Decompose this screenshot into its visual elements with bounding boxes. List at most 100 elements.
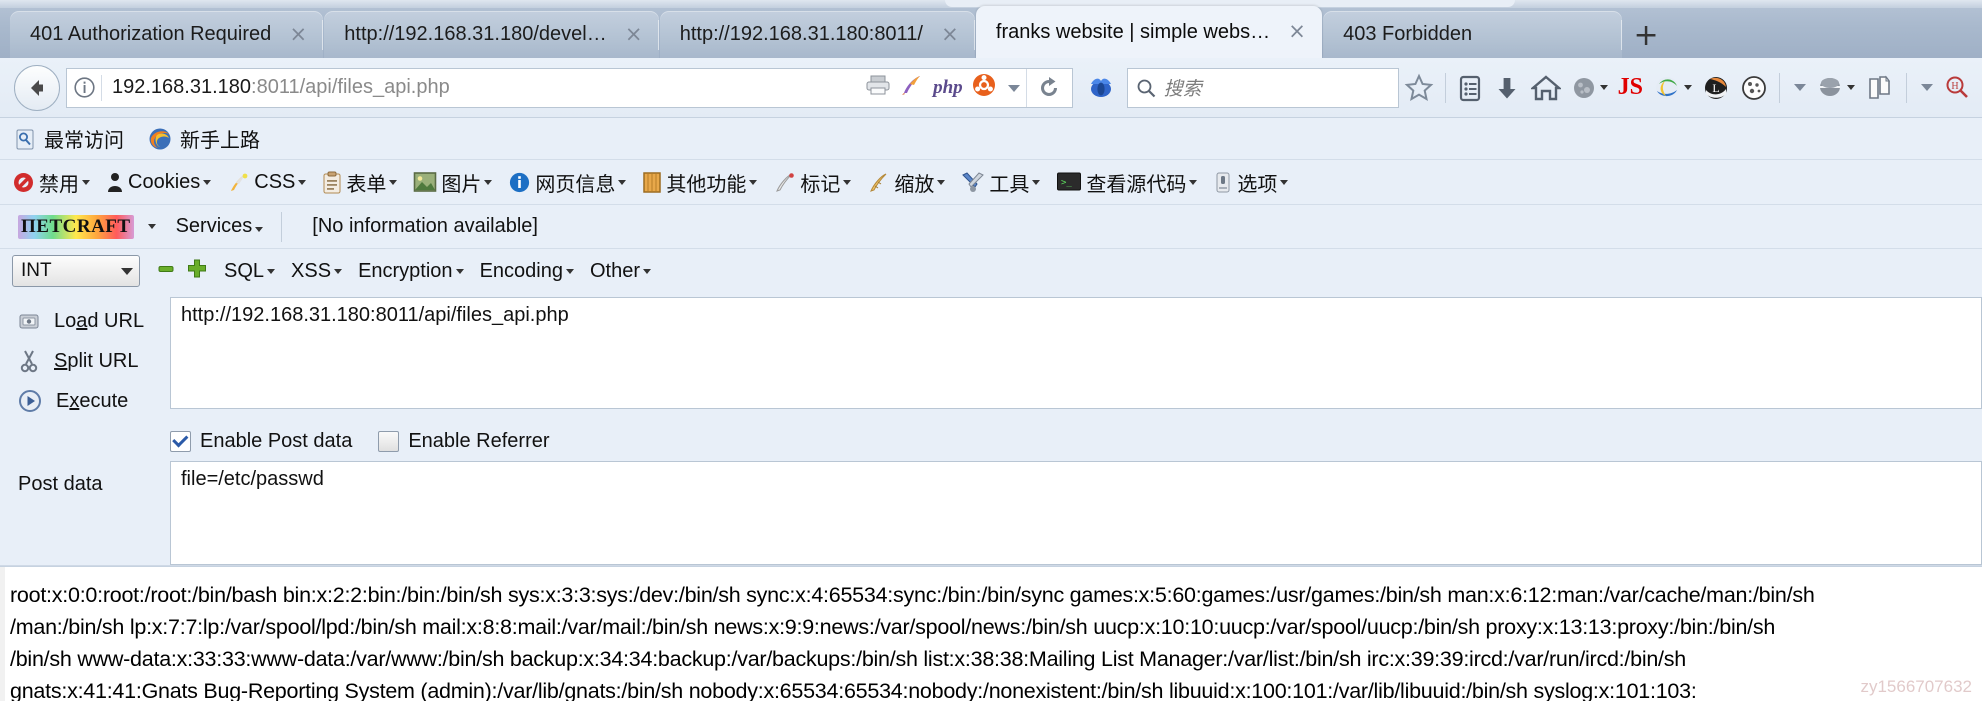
- feather-pen-icon[interactable]: [900, 73, 924, 102]
- chevron-down-icon[interactable]: [843, 179, 852, 185]
- devbar-item-information[interactable]: 网页信息: [508, 168, 627, 197]
- back-button[interactable]: [14, 64, 60, 111]
- close-icon[interactable]: ×: [1286, 21, 1308, 43]
- enable-post-data-label: Enable Post data: [200, 429, 353, 452]
- chevron-down-icon[interactable]: [1189, 179, 1198, 185]
- address-bar[interactable]: 192.168.31.180:8011/api/files_api.php ph…: [66, 67, 1073, 108]
- bookmark-star-button[interactable]: [1399, 67, 1439, 109]
- chevron-down-icon[interactable]: [618, 179, 627, 185]
- hackbar-menu-xss[interactable]: XSS: [291, 260, 343, 283]
- bookmark-getting-started[interactable]: 新手上路: [148, 124, 260, 153]
- browser-tab-2[interactable]: http://192.168.31.180/devel… ×: [324, 11, 660, 58]
- close-icon[interactable]: ×: [939, 23, 961, 46]
- add-icon[interactable]: [186, 258, 208, 285]
- reader-list-icon: [1459, 75, 1480, 101]
- devbar-label: 图片: [441, 173, 482, 196]
- browser-tab-5[interactable]: 403 Forbidden: [1323, 11, 1623, 58]
- netcraft-dropdown-icon[interactable]: [147, 224, 156, 229]
- hackbar-menu-other[interactable]: Other: [590, 260, 651, 283]
- remove-icon[interactable]: [156, 259, 176, 284]
- watermark-text: zy1566707632: [1860, 677, 1972, 696]
- resize-icon: [870, 173, 887, 192]
- devbar-item-misc[interactable]: 其他功能: [642, 168, 758, 197]
- new-tab-button[interactable]: +: [1623, 14, 1669, 58]
- cookie-manager-icon: [1742, 75, 1766, 100]
- home-icon: [1530, 74, 1561, 100]
- tab-title: franks website | simple webs…: [995, 20, 1271, 43]
- post-data-textarea[interactable]: file=/etc/passwd: [170, 461, 1982, 565]
- hackbar-post-row: Post data file=/etc/passwd: [0, 461, 1982, 565]
- hackbar-menu-encryption[interactable]: Encryption: [358, 260, 464, 283]
- php-icon[interactable]: php: [933, 77, 963, 99]
- close-icon[interactable]: ×: [623, 23, 645, 46]
- hackbar-mode-value: INT: [21, 260, 52, 281]
- load-url-button[interactable]: Load URL: [0, 301, 170, 341]
- downloads-button[interactable]: [1488, 67, 1526, 109]
- firebug-button[interactable]: [1081, 67, 1121, 109]
- svg-text:H: H: [1951, 81, 1958, 92]
- site-info-icon[interactable]: [67, 76, 101, 99]
- hackbar-menu-encoding[interactable]: Encoding: [480, 260, 574, 283]
- chevron-down-icon[interactable]: [389, 179, 398, 185]
- devbar-item-images[interactable]: 图片: [413, 168, 493, 197]
- reload-button[interactable]: [1025, 68, 1072, 107]
- devbar-item-options[interactable]: 选项: [1213, 168, 1289, 197]
- devbar-item-css[interactable]: CSS: [227, 171, 307, 194]
- hackbar-menu-label: SQL: [224, 259, 265, 282]
- chevron-down-icon[interactable]: [749, 179, 758, 185]
- cookie-manager-button[interactable]: [1735, 67, 1773, 109]
- close-icon[interactable]: ×: [287, 23, 309, 46]
- dropdown-caret-icon[interactable]: [1005, 79, 1020, 97]
- misc-icon: [643, 171, 662, 193]
- browser-tab-3[interactable]: http://192.168.31.180:8011/ ×: [659, 11, 976, 58]
- copy-page-button[interactable]: [1860, 67, 1900, 109]
- execute-button[interactable]: Execute: [0, 381, 170, 421]
- hackbar-mode-select[interactable]: INT: [12, 255, 140, 287]
- moon-phase-button[interactable]: [1566, 67, 1613, 109]
- hackbar-checkbox-row: Enable Post data Enable Referrer: [0, 421, 1982, 461]
- hackbar-menu-sql[interactable]: SQL: [224, 259, 276, 283]
- netcraft-services-menu[interactable]: Services: [176, 215, 264, 238]
- devbar-item-disable[interactable]: 禁用: [12, 168, 90, 197]
- toolbar-divider: [1444, 72, 1446, 103]
- enable-referrer-checkbox[interactable]: [378, 430, 400, 452]
- tools-icon: [962, 171, 985, 192]
- cookie-dropdown[interactable]: [1786, 67, 1811, 109]
- devbar-item-outline[interactable]: 标记: [773, 168, 852, 197]
- load-url-label: Load URL: [54, 309, 145, 332]
- devbar-item-tools[interactable]: 工具: [961, 168, 1041, 197]
- chevron-down-icon[interactable]: [298, 179, 307, 185]
- printer-icon[interactable]: [865, 74, 891, 101]
- chevron-down-icon[interactable]: [937, 179, 946, 185]
- home-button[interactable]: [1526, 67, 1566, 109]
- split-url-button[interactable]: Split URL: [0, 341, 170, 381]
- devbar-label: 工具: [989, 173, 1030, 196]
- proxy-switch-button[interactable]: [1811, 67, 1860, 109]
- devbar-item-cookies[interactable]: Cookies: [106, 171, 212, 194]
- chevron-down-icon[interactable]: [82, 179, 90, 185]
- chevron-down-icon[interactable]: [1032, 179, 1041, 185]
- web-developer-toolbar: 禁用 Cookies CSS 表单 图片 网页信息 其他功能 标记 缩放 工具 …: [0, 160, 1982, 205]
- ubuntu-icon[interactable]: [972, 73, 996, 102]
- view-source-icon: >_: [1057, 172, 1082, 191]
- browser-tab-1[interactable]: 401 Authorization Required ×: [10, 11, 324, 58]
- ie-tab-button[interactable]: [1648, 67, 1697, 109]
- enable-post-data-checkbox[interactable]: [170, 430, 191, 452]
- chevron-down-icon[interactable]: [1280, 179, 1289, 185]
- copy-page-dropdown[interactable]: [1913, 67, 1938, 109]
- passwd-line-1: root:x:0:0:root:/root:/bin/bash bin:x:2:…: [10, 583, 1815, 607]
- search-bar[interactable]: 搜索: [1126, 67, 1399, 108]
- bookmark-most-visited[interactable]: 最常访问: [14, 124, 124, 153]
- chevron-down-icon[interactable]: [203, 179, 212, 185]
- chevron-down-icon[interactable]: [484, 179, 493, 185]
- live-http-headers-button[interactable]: L: [1697, 67, 1735, 109]
- hackbar-url-textarea[interactable]: http://192.168.31.180:8011/api/files_api…: [170, 297, 1982, 409]
- javascript-toggle-button[interactable]: JS: [1613, 67, 1648, 109]
- devbar-item-forms[interactable]: 表单: [322, 168, 398, 197]
- devbar-label: 表单: [346, 173, 387, 196]
- devbar-item-view-source[interactable]: >_ 查看源代码: [1056, 168, 1198, 197]
- hackbar-search-button[interactable]: H: [1938, 67, 1976, 109]
- reader-list-button[interactable]: [1452, 67, 1488, 109]
- browser-tab-4-active[interactable]: franks website | simple webs… ×: [975, 6, 1323, 58]
- devbar-item-resize[interactable]: 缩放: [867, 168, 946, 197]
